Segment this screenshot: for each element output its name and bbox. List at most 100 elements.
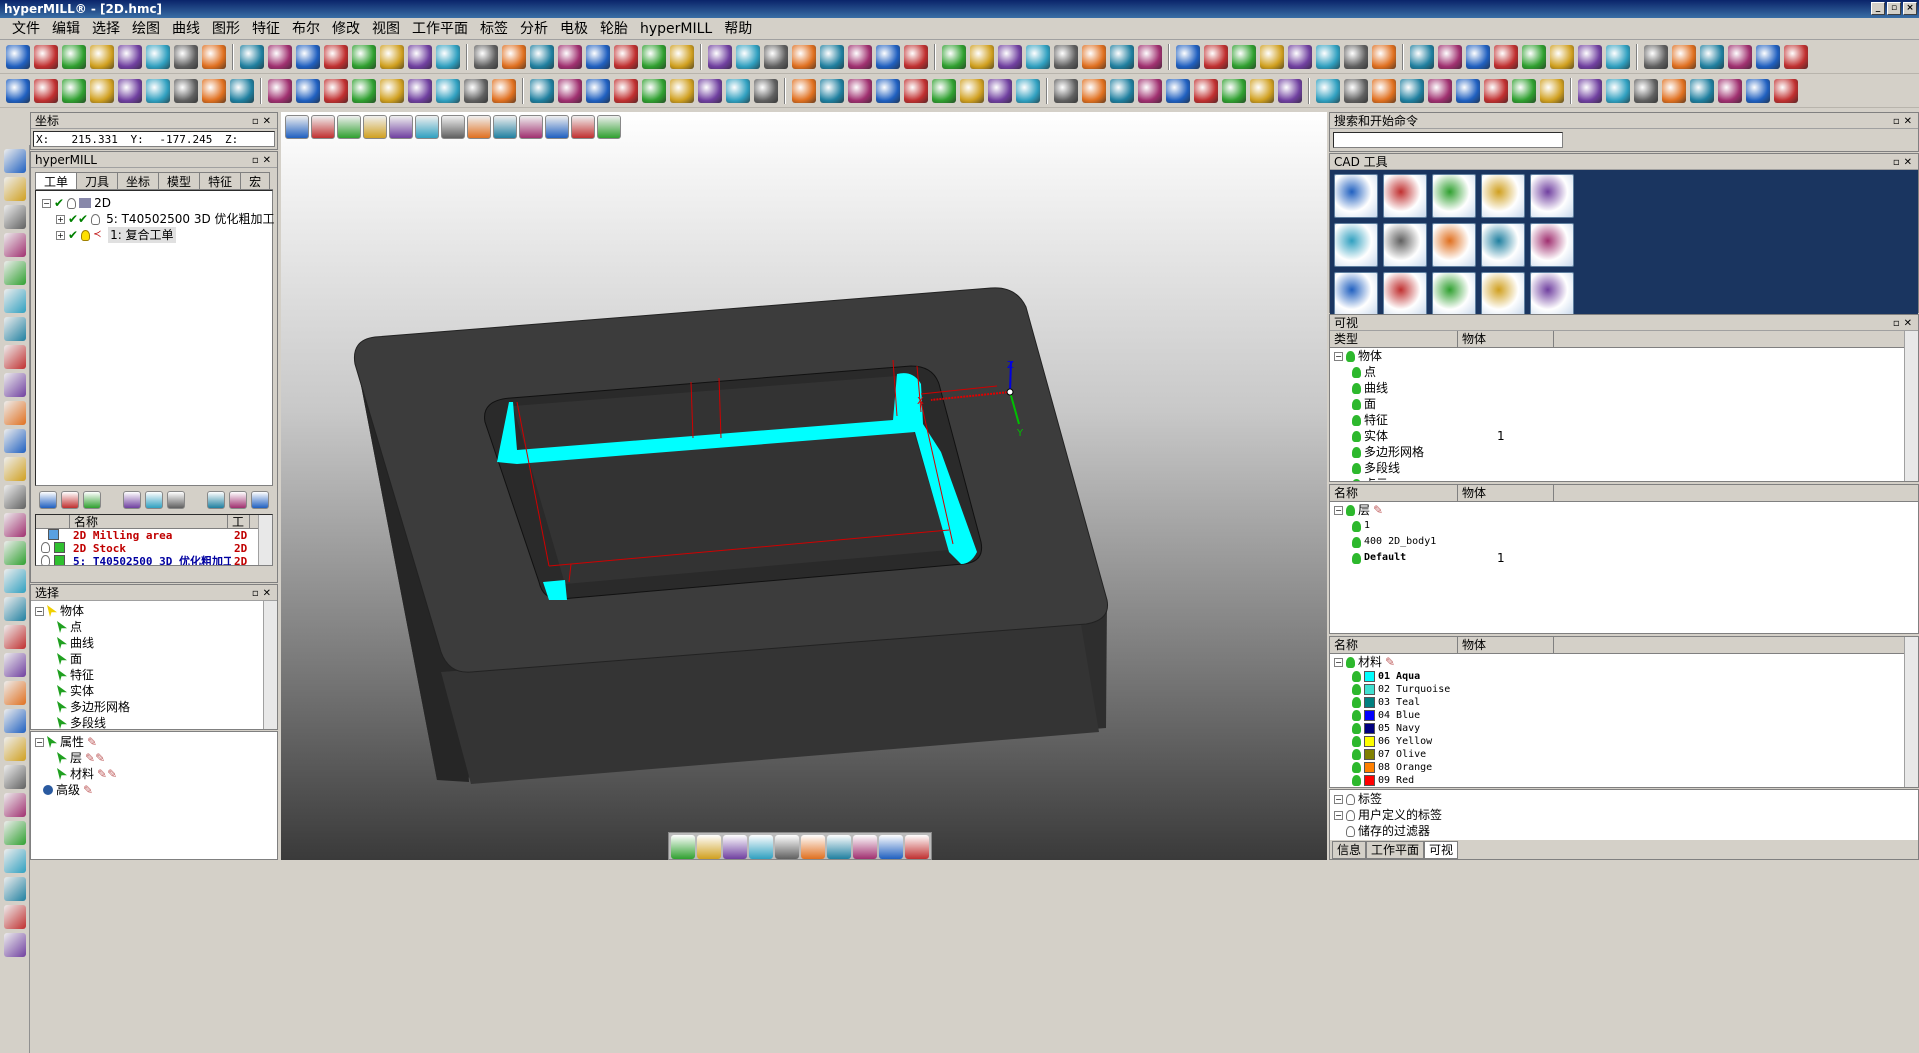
undo-icon[interactable] xyxy=(1260,44,1284,69)
expand-icon[interactable]: + xyxy=(56,214,65,224)
3d-viewport[interactable]: Z Y X xyxy=(281,112,1327,860)
shade-icon[interactable] xyxy=(671,835,695,859)
arc-icon[interactable] xyxy=(3,877,26,901)
info-2i-icon[interactable] xyxy=(1383,174,1427,218)
bulb-icon[interactable] xyxy=(91,213,101,225)
2i-icon[interactable] xyxy=(467,115,491,139)
save-icon[interactable] xyxy=(1232,44,1256,69)
surface-icon[interactable] xyxy=(408,78,432,103)
line-through-icon[interactable] xyxy=(1481,272,1525,316)
material-item[interactable]: 02 Turquoise xyxy=(1334,683,1914,696)
tag-row[interactable]: − 标签 xyxy=(1334,791,1914,807)
pan-icon[interactable] xyxy=(3,513,26,537)
fit-icon[interactable] xyxy=(1718,78,1742,103)
user-tag-row[interactable]: − 用户定义的标签 xyxy=(1334,807,1914,823)
tool-icon[interactable] xyxy=(145,491,163,509)
zoom-icon[interactable] xyxy=(1082,44,1106,69)
open-icon[interactable] xyxy=(1784,44,1808,69)
cut-icon[interactable] xyxy=(3,149,26,173)
save-icon[interactable] xyxy=(642,44,666,69)
open-icon[interactable] xyxy=(34,78,58,103)
circle-icon[interactable] xyxy=(970,44,994,69)
curve-icon[interactable] xyxy=(3,849,26,873)
undo-icon[interactable] xyxy=(3,653,26,677)
solid-icon[interactable] xyxy=(1026,44,1050,69)
undo-icon[interactable] xyxy=(90,78,114,103)
solid-icon[interactable] xyxy=(436,78,460,103)
new-icon[interactable] xyxy=(1756,44,1780,69)
new-icon[interactable] xyxy=(1746,78,1770,103)
header-name[interactable]: 名称 xyxy=(70,515,228,529)
circle-icon[interactable] xyxy=(960,78,984,103)
open-icon[interactable] xyxy=(1204,44,1228,69)
bulb-icon[interactable] xyxy=(1346,350,1355,362)
collapse-icon[interactable]: − xyxy=(1334,657,1343,667)
new-icon[interactable] xyxy=(586,78,610,103)
bulb-icon[interactable] xyxy=(1352,430,1361,442)
bulb-icon[interactable] xyxy=(1352,366,1361,378)
redo-icon[interactable] xyxy=(3,681,26,705)
bulb-icon[interactable] xyxy=(1352,749,1361,760)
curve-icon[interactable] xyxy=(876,44,900,69)
select-root[interactable]: − 物体 xyxy=(35,603,273,619)
cut-icon[interactable] xyxy=(146,44,170,69)
materials-scrollbar[interactable] xyxy=(1904,637,1918,787)
redo-icon[interactable] xyxy=(118,78,142,103)
surface-icon[interactable] xyxy=(998,44,1022,69)
box-cut-icon[interactable] xyxy=(1530,272,1574,316)
arc-icon[interactable] xyxy=(3,317,26,341)
arc-icon[interactable] xyxy=(1484,78,1508,103)
camera-icon[interactable] xyxy=(337,115,361,139)
surface-icon[interactable] xyxy=(1578,78,1602,103)
pan-icon[interactable] xyxy=(1110,44,1134,69)
cut-icon[interactable] xyxy=(736,44,760,69)
menu-file[interactable]: 文件 xyxy=(6,19,46,39)
paste-icon[interactable] xyxy=(1372,78,1396,103)
menu-select[interactable]: 选择 xyxy=(86,19,126,39)
line-icon[interactable] xyxy=(1512,78,1536,103)
tree-root[interactable]: − ✔ 2D xyxy=(42,195,266,211)
collapse-icon[interactable]: − xyxy=(35,737,44,747)
layer-item[interactable]: 400 2D_body1 xyxy=(1334,534,1914,550)
bulb-icon[interactable] xyxy=(1352,414,1361,426)
tab-coords[interactable]: 坐标 xyxy=(117,172,160,189)
collapse-icon[interactable]: − xyxy=(42,198,51,208)
copy-icon[interactable] xyxy=(174,44,198,69)
bulb-icon[interactable] xyxy=(1352,446,1361,458)
menu-tire[interactable]: 轮胎 xyxy=(594,19,634,39)
select-item[interactable]: 特征 xyxy=(35,667,273,683)
open-icon[interactable] xyxy=(34,44,58,69)
materials-root[interactable]: − 材料 ✎ xyxy=(1334,654,1914,670)
chart-icon[interactable] xyxy=(251,491,269,509)
cut-icon[interactable] xyxy=(1316,78,1340,103)
cube-icon[interactable] xyxy=(363,115,387,139)
material-item[interactable]: 08 Orange xyxy=(1334,761,1914,774)
cut-icon[interactable] xyxy=(146,78,170,103)
pan-icon[interactable] xyxy=(1110,78,1134,103)
save-icon[interactable] xyxy=(642,78,666,103)
fit-icon[interactable] xyxy=(558,44,582,69)
select-item[interactable]: 多边形网格 xyxy=(35,699,273,715)
circle-radius-icon[interactable] xyxy=(1334,272,1378,316)
fit-icon[interactable] xyxy=(558,78,582,103)
measure-icon[interactable] xyxy=(1432,174,1476,218)
panel-buttons[interactable]: ▫✕ xyxy=(252,114,275,130)
close-button[interactable]: × xyxy=(1903,2,1917,15)
select-icon[interactable] xyxy=(285,115,309,139)
header-objects[interactable]: 物体 xyxy=(1458,331,1554,347)
help-icon[interactable] xyxy=(1400,78,1424,103)
zoom-icon[interactable] xyxy=(1662,78,1686,103)
curve-icon[interactable] xyxy=(1456,78,1480,103)
warning-icon[interactable] xyxy=(597,115,621,139)
open-icon[interactable] xyxy=(614,44,638,69)
brush-icon[interactable]: ✎✎ xyxy=(85,750,105,766)
new-icon[interactable] xyxy=(3,569,26,593)
properties-layer[interactable]: 层 ✎✎ xyxy=(35,750,273,766)
info-cube-icon[interactable] xyxy=(1334,174,1378,218)
rotate-icon[interactable] xyxy=(464,78,488,103)
minimize-button[interactable]: _ xyxy=(1871,2,1885,15)
pan-icon[interactable] xyxy=(1690,78,1714,103)
dimension-icon[interactable] xyxy=(1334,223,1378,267)
brush-icon[interactable]: ✎ xyxy=(83,782,93,798)
bulb-icon[interactable] xyxy=(1352,684,1361,695)
